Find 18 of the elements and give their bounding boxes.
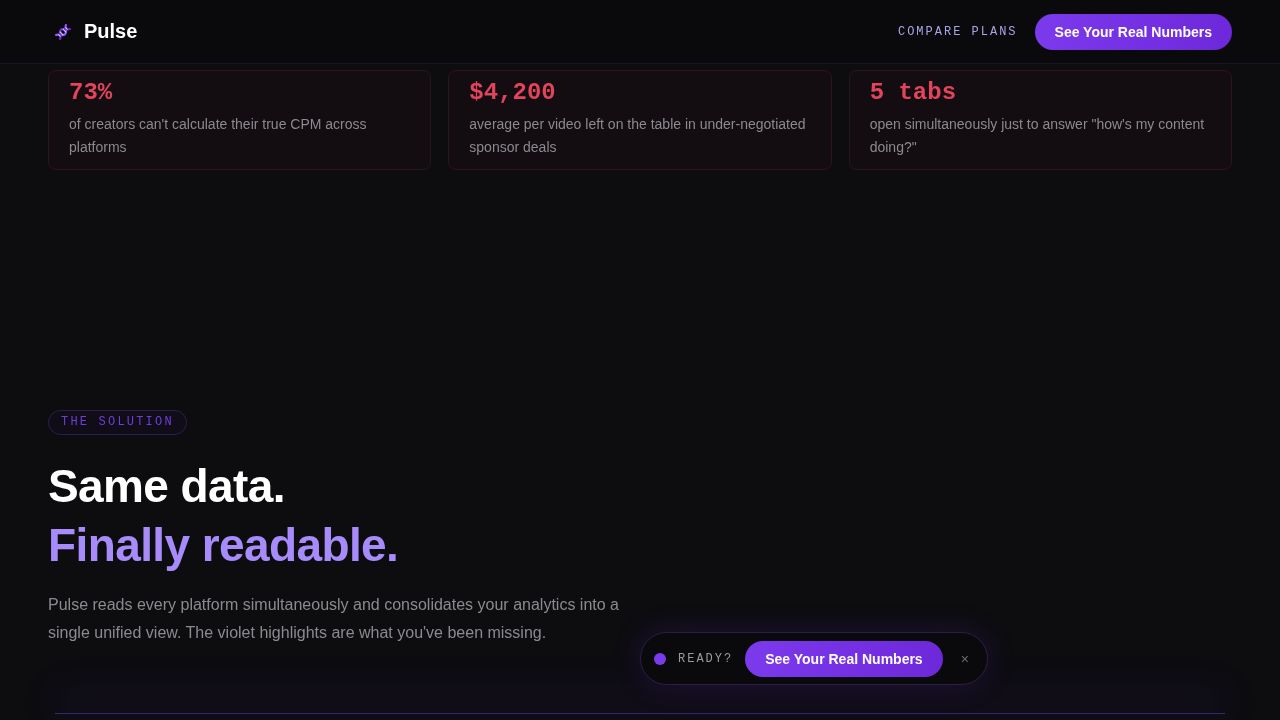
brand-name: Pulse <box>84 20 138 43</box>
stat-description: open simultaneously just to answer "how's my content doing?" <box>869 115 1206 157</box>
section-badge: THE SOLUTION <box>48 410 187 435</box>
compare-plans-link[interactable]: COMPARE PLANS <box>897 24 1018 39</box>
stat-value: 73% <box>69 79 114 107</box>
helix-icon <box>55 23 71 40</box>
headline-highlight: Finally readable. <box>48 518 399 573</box>
stat-description: of creators can't calculate their true CPM across platforms <box>69 115 368 157</box>
headline: Same data. <box>48 459 285 514</box>
stat-value: $4,200 <box>469 79 557 107</box>
stat-value: 5 tabs <box>869 79 958 107</box>
ready-label: READY? <box>678 651 734 666</box>
section-description: Pulse reads every platform simultaneously and consolidates your analytics into a single unified view. The violet highlights are what you've been missing. <box>48 595 620 643</box>
cta-button[interactable]: See Your Real Numbers <box>745 640 943 677</box>
stat-description: average per video left on the table in under-negotiated sponsor deals <box>469 115 807 157</box>
cta-button[interactable]: See Your Real Numbers <box>1034 13 1232 50</box>
close-button[interactable]: × <box>958 650 971 667</box>
dot-icon <box>654 652 666 665</box>
